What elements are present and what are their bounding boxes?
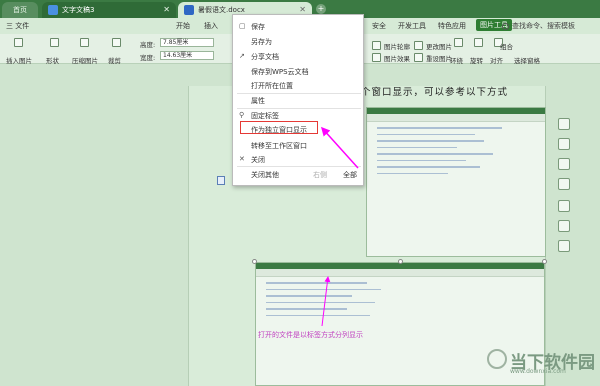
picture-outline-button[interactable]: 图片轮廓: [384, 41, 410, 51]
menu-insert[interactable]: 插入: [204, 21, 218, 31]
document-icon: [217, 176, 225, 185]
menu-item-save-cloud[interactable]: 保存到WPS云文档: [251, 67, 309, 77]
resize-handle[interactable]: [252, 259, 257, 264]
embedded-screenshot-top[interactable]: [366, 107, 546, 257]
height-label: 高度:: [140, 41, 156, 49]
menu-item-separate-window[interactable]: 作为独立窗口显示: [251, 125, 307, 135]
resize-handle[interactable]: [398, 259, 403, 264]
menu-item-move-to-workspace[interactable]: 转移至工作区窗口: [251, 141, 307, 151]
menu-item-open-location[interactable]: 打开所在位置: [251, 81, 293, 91]
width-label: 宽度:: [140, 54, 156, 62]
layout-tool-icon[interactable]: [558, 118, 570, 130]
picture-tool-icon[interactable]: [558, 240, 570, 252]
pin-icon: ⚲: [239, 111, 245, 119]
rotate-icon[interactable]: [474, 38, 483, 47]
picture-effect-button[interactable]: 图片效果: [384, 53, 410, 63]
menu-item-close-right[interactable]: 右侧: [313, 170, 327, 180]
menu-start[interactable]: 开始: [176, 21, 190, 31]
image-caption: 打开的文件是以标签方式分列显示: [258, 331, 363, 339]
combine-button[interactable]: 组合: [500, 41, 513, 51]
shape-icon[interactable]: [50, 38, 59, 47]
word-doc-icon: [184, 5, 194, 15]
menu-separator: [237, 108, 361, 109]
command-search-label: 查找命令、搜索模板: [512, 22, 575, 30]
compress-icon[interactable]: [80, 38, 89, 47]
picture-outline-icon[interactable]: [372, 41, 381, 50]
close-icon[interactable]: ✕: [299, 5, 306, 14]
watermark-logo-icon: [487, 349, 507, 369]
wrap-icon[interactable]: [454, 38, 463, 47]
menu-item-close-all[interactable]: 全部: [343, 170, 357, 180]
menu-separator: [237, 166, 361, 167]
menu-separator: [237, 93, 361, 94]
menu-item-save[interactable]: 保存: [251, 22, 265, 32]
tab-home-label: 首页: [13, 6, 27, 14]
insert-picture-icon[interactable]: [14, 38, 23, 47]
menu-item-properties[interactable]: 属性: [251, 96, 265, 106]
menu-dev-tools[interactable]: 开发工具: [398, 21, 426, 31]
close-icon: ✕: [239, 155, 245, 163]
file-menu[interactable]: 三 文件: [6, 21, 29, 31]
search-icon: [502, 22, 509, 30]
tab-document-3[interactable]: 文字文稿3 ✕: [42, 2, 176, 18]
zoom-tool-icon[interactable]: [558, 138, 570, 150]
new-tab-button[interactable]: +: [316, 4, 326, 14]
tab-context-menu: ▢ 保存 另存为 ↗ 分享文档 保存到WPS云文档 打开所在位置 属性 ⚲ 固定…: [232, 14, 364, 186]
fill-tool-icon[interactable]: [558, 158, 570, 170]
height-field[interactable]: 7.85厘米: [160, 38, 214, 47]
crop-tool-icon[interactable]: [558, 178, 570, 190]
menu-item-share[interactable]: 分享文档: [251, 52, 279, 62]
width-field[interactable]: 14.63厘米: [160, 51, 214, 60]
menu-item-save-as[interactable]: 另存为: [251, 37, 272, 47]
reset-picture-button[interactable]: 重设图片: [426, 53, 452, 63]
change-picture-icon[interactable]: [414, 41, 423, 50]
change-picture-button[interactable]: 更改图片: [426, 41, 452, 51]
tab-document-3-label: 文字文稿3: [62, 6, 95, 14]
menu-item-pin-tab[interactable]: 固定标签: [251, 111, 279, 121]
menu-security[interactable]: 安全: [372, 21, 386, 31]
menu-item-close-others[interactable]: 关闭其他: [251, 170, 279, 180]
tab-home[interactable]: 首页: [2, 2, 38, 18]
save-icon: ▢: [239, 22, 246, 30]
document-heading: 在一个窗口显示，可以参考以下方式: [340, 87, 509, 98]
command-search[interactable]: 查找命令、搜索模板: [502, 20, 598, 32]
close-icon[interactable]: ✕: [163, 5, 170, 14]
picture-tool-icon[interactable]: [558, 200, 570, 212]
reset-picture-icon[interactable]: [414, 53, 423, 62]
menu-features[interactable]: 特色应用: [438, 21, 466, 31]
picture-effect-icon[interactable]: [372, 53, 381, 62]
share-icon: ↗: [239, 52, 245, 60]
picture-tool-icon[interactable]: [558, 220, 570, 232]
crop-icon[interactable]: [112, 38, 121, 47]
watermark-url: www.downxia.com: [510, 368, 566, 375]
menu-item-close[interactable]: 关闭: [251, 155, 265, 165]
resize-handle[interactable]: [542, 259, 547, 264]
document-icon: [48, 5, 58, 15]
